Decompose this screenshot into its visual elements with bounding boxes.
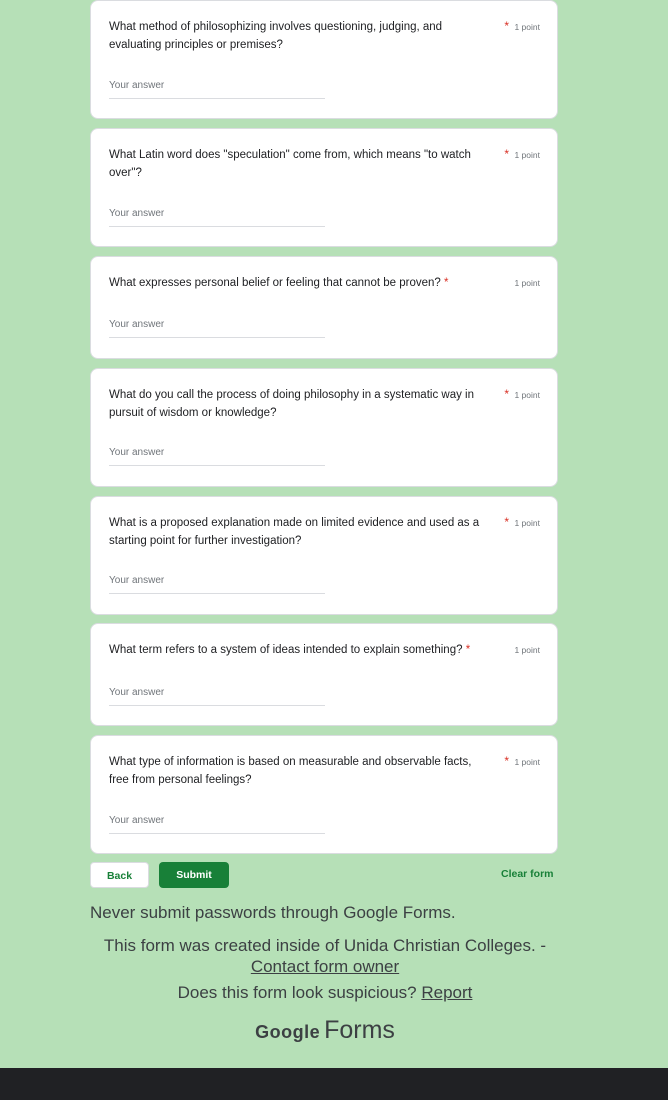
- contact-owner-link[interactable]: Contact form owner: [251, 957, 399, 976]
- submit-button[interactable]: Submit: [159, 862, 229, 888]
- question-card: What expresses personal belief or feelin…: [90, 256, 558, 359]
- forms-wordmark: Forms: [324, 1016, 395, 1044]
- question-card: What Latin word does "speculation" come …: [90, 128, 558, 247]
- answer-input[interactable]: Your answer: [109, 814, 325, 834]
- points-label: 1 point: [514, 390, 540, 400]
- points-label: 1 point: [514, 518, 540, 528]
- question-card: What is a proposed explanation made on l…: [90, 496, 558, 615]
- required-asterisk: *: [504, 387, 509, 401]
- created-text: This form was created inside of Unida Ch…: [103, 936, 547, 955]
- created-notice: This form was created inside of Unida Ch…: [90, 935, 560, 977]
- points-label: 1 point: [514, 22, 540, 32]
- points-label: 1 point: [514, 645, 540, 655]
- suspicious-notice: Does this form look suspicious? Report: [90, 983, 560, 1003]
- question-text: What method of philosophizing involves q…: [109, 21, 443, 51]
- answer-input[interactable]: Your answer: [109, 686, 325, 706]
- question-card: What type of information is based on mea…: [90, 735, 558, 854]
- required-asterisk: *: [504, 754, 509, 768]
- back-button[interactable]: Back: [90, 862, 149, 888]
- points-label: 1 point: [514, 150, 540, 160]
- report-link[interactable]: Report: [421, 983, 472, 1002]
- password-warning: Never submit passwords through Google Fo…: [90, 903, 456, 922]
- question-text: What type of information is based on mea…: [109, 756, 472, 786]
- answer-input[interactable]: Your answer: [109, 318, 325, 338]
- suspicious-text: Does this form look suspicious?: [177, 983, 417, 1002]
- question-card: What term refers to a system of ideas in…: [90, 623, 558, 726]
- question-text: What expresses personal belief or feelin…: [109, 275, 489, 293]
- answer-input[interactable]: Your answer: [109, 79, 325, 99]
- google-forms-logo[interactable]: Google Forms: [90, 1016, 560, 1045]
- question-text: What Latin word does "speculation" come …: [109, 149, 471, 179]
- question-text-label: What expresses personal belief or feelin…: [109, 277, 441, 289]
- answer-input[interactable]: Your answer: [109, 446, 325, 466]
- question-text: What term refers to a system of ideas in…: [109, 642, 489, 660]
- answer-input[interactable]: Your answer: [109, 207, 325, 227]
- points-label: 1 point: [514, 757, 540, 767]
- answer-input[interactable]: Your answer: [109, 574, 325, 594]
- question-card: What method of philosophizing involves q…: [90, 0, 558, 119]
- clear-form-button[interactable]: Clear form: [501, 868, 554, 880]
- question-text-label: What term refers to a system of ideas in…: [109, 644, 463, 656]
- question-text: What do you call the process of doing ph…: [109, 389, 474, 419]
- google-wordmark: Google: [255, 1022, 321, 1042]
- required-asterisk: *: [504, 147, 509, 161]
- required-asterisk: *: [504, 515, 509, 529]
- question-card: What do you call the process of doing ph…: [90, 368, 558, 487]
- required-asterisk: *: [444, 277, 449, 289]
- required-asterisk: *: [465, 644, 471, 656]
- points-label: 1 point: [514, 278, 540, 288]
- required-asterisk: *: [504, 19, 509, 33]
- question-text: What is a proposed explanation made on l…: [109, 517, 480, 547]
- bottom-bar: [0, 1068, 668, 1100]
